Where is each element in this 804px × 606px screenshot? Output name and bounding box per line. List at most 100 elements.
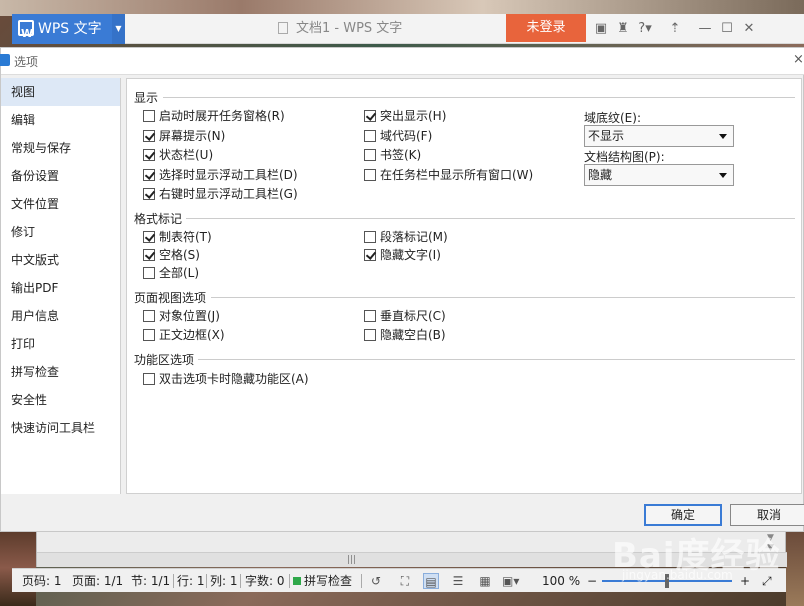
checkbox-option[interactable]: 双击选项卡时隐藏功能区(A) — [143, 371, 309, 387]
desktop-background-right — [786, 530, 804, 606]
section-ribbon-title: 功能区选项 — [134, 353, 195, 367]
fullscreen-icon[interactable]: ⛶ — [397, 573, 413, 589]
checkbox-checked-icon[interactable] — [143, 149, 155, 161]
sidebar-item[interactable]: 中文版式 — [1, 246, 120, 274]
divider — [240, 574, 241, 588]
sidebar-item[interactable]: 修订 — [1, 218, 120, 246]
sidebar-item[interactable]: 常规与保存 — [1, 134, 120, 162]
page-view-icon[interactable]: ▤ — [423, 573, 439, 589]
checkbox-unchecked-icon[interactable] — [143, 329, 155, 341]
status-row[interactable]: 行: 1 — [177, 569, 205, 593]
checkbox-checked-icon[interactable] — [364, 110, 376, 122]
sidebar-item[interactable]: 安全性 — [1, 386, 120, 414]
shirt-icon[interactable]: ♜ — [612, 14, 634, 44]
zoom-level[interactable]: 100 % — [542, 569, 580, 593]
reading-mode-icon[interactable]: ▣▾ — [502, 573, 519, 589]
checkbox-option[interactable]: 空格(S) — [143, 247, 200, 263]
checkbox-unchecked-icon[interactable] — [364, 329, 376, 341]
checkbox-unchecked-icon[interactable] — [143, 310, 155, 322]
checkbox-label: 段落标记(M) — [380, 230, 448, 244]
watermark-url: jingyan.baidu.com — [622, 568, 733, 582]
checkbox-option[interactable]: 对象位置(J) — [143, 308, 220, 324]
checkbox-label: 垂直标尺(C) — [380, 309, 446, 323]
status-pages[interactable]: 页面: 1/1 — [72, 569, 123, 593]
sidebar-item[interactable]: 打印 — [1, 330, 120, 358]
sidebar-item[interactable]: 拼写检查 — [1, 358, 120, 386]
outline-view-icon[interactable]: ☰ — [450, 573, 466, 589]
checkbox-option[interactable]: 突出显示(H) — [364, 108, 446, 124]
checkbox-option[interactable]: 垂直标尺(C) — [364, 308, 446, 324]
checkbox-unchecked-icon[interactable] — [364, 168, 376, 181]
status-page[interactable]: 页码: 1 — [22, 569, 62, 593]
checkbox-option[interactable]: 隐藏文字(I) — [364, 247, 441, 263]
checkbox-checked-icon[interactable] — [143, 249, 155, 261]
checkbox-option[interactable]: 隐藏空白(B) — [364, 327, 446, 343]
checkbox-unchecked-icon[interactable] — [364, 149, 376, 161]
share-icon[interactable]: ⇡ — [664, 14, 686, 44]
history-icon[interactable]: ↺ — [368, 573, 384, 589]
checkbox-option[interactable]: 全部(L) — [143, 265, 199, 281]
sidebar-item[interactable]: 快速访问工具栏 — [1, 414, 120, 442]
ok-button[interactable]: 确定 — [644, 504, 722, 526]
checkbox-option[interactable]: 状态栏(U) — [143, 147, 213, 163]
checkbox-option[interactable]: 正文边框(X) — [143, 327, 225, 343]
sidebar-item[interactable]: 输出PDF — [1, 274, 120, 302]
checkbox-option[interactable]: 制表符(T) — [143, 229, 212, 245]
dialog-close-icon[interactable]: × — [793, 52, 804, 67]
close-icon[interactable]: ✕ — [738, 14, 760, 44]
status-words[interactable]: 字数: 0 — [245, 569, 285, 593]
section-format-marks-title: 格式标记 — [134, 212, 183, 226]
status-section[interactable]: 节: 1/1 — [131, 569, 170, 593]
checkbox-unchecked-icon[interactable] — [364, 129, 376, 142]
divider — [206, 574, 207, 588]
app-menu-dropdown-icon[interactable]: ▼ — [112, 14, 125, 44]
web-view-icon[interactable]: ▦ — [477, 573, 493, 589]
checkbox-option[interactable]: 段落标记(M) — [364, 229, 448, 245]
checkbox-option[interactable]: 在任务栏中显示所有窗口(W) — [364, 167, 533, 183]
checkbox-unchecked-icon[interactable] — [143, 110, 155, 122]
doc-map-label: 文档结构图(P): — [584, 150, 665, 164]
scrollbar-grip-icon[interactable]: ||| — [347, 555, 356, 565]
section-page-view-title: 页面视图选项 — [134, 291, 207, 305]
skin-icon[interactable]: ▣ — [590, 14, 612, 44]
sidebar-item[interactable]: 用户信息 — [1, 302, 120, 330]
sidebar-item[interactable]: 编辑 — [1, 106, 120, 134]
checkbox-unchecked-icon[interactable] — [143, 267, 155, 279]
status-col[interactable]: 列: 1 — [210, 569, 238, 593]
app-menu-button[interactable]: WPS 文字 — [12, 14, 125, 49]
checkbox-label: 双击选项卡时隐藏功能区(A) — [159, 372, 309, 386]
section-display-title: 显示 — [134, 91, 159, 105]
divider — [173, 574, 174, 588]
cancel-button[interactable]: 取消 — [730, 504, 804, 526]
checkbox-option[interactable]: 选择时显示浮动工具栏(D) — [143, 167, 298, 183]
help-icon[interactable]: ?▾ — [634, 14, 656, 44]
divider — [186, 218, 795, 219]
checkbox-unchecked-icon[interactable] — [364, 231, 376, 243]
sidebar-item[interactable]: 视图 — [1, 78, 120, 106]
checkbox-checked-icon[interactable] — [143, 168, 155, 181]
spell-check-icon — [293, 577, 301, 585]
minimize-icon[interactable]: — — [694, 14, 716, 44]
checkbox-option[interactable]: 启动时展开任务窗格(R) — [143, 108, 285, 124]
checkbox-unchecked-icon[interactable] — [364, 310, 376, 322]
status-spell[interactable]: 拼写检查 — [293, 569, 352, 593]
zoom-out-icon[interactable]: − — [587, 569, 597, 593]
checkbox-option[interactable]: 书签(K) — [364, 147, 421, 163]
checkbox-unchecked-icon[interactable] — [143, 373, 155, 385]
login-button[interactable]: 未登录 — [506, 14, 586, 42]
checkbox-checked-icon[interactable] — [143, 188, 155, 200]
maximize-icon[interactable]: ☐ — [716, 14, 738, 44]
checkbox-option[interactable]: 域代码(F) — [364, 128, 432, 144]
options-sidebar: 视图 编辑 常规与保存 备份设置 文件位置 修订 中文版式 输出PDF 用户信息 打印 拼写检查 安全… — [1, 78, 121, 494]
checkbox-label: 隐藏文字(I) — [380, 248, 441, 262]
checkbox-option[interactable]: 屏幕提示(N) — [143, 128, 225, 144]
sidebar-item[interactable]: 备份设置 — [1, 162, 120, 190]
checkbox-checked-icon[interactable] — [143, 231, 155, 243]
sidebar-item[interactable]: 文件位置 — [1, 190, 120, 218]
checkbox-checked-icon[interactable] — [364, 249, 376, 261]
checkbox-checked-icon[interactable] — [143, 129, 155, 142]
checkbox-option[interactable]: 右键时显示浮动工具栏(G) — [143, 186, 298, 202]
field-shading-value: 不显示 — [588, 129, 625, 143]
doc-map-select[interactable]: 隐藏 — [584, 164, 734, 186]
field-shading-select[interactable]: 不显示 — [584, 125, 734, 147]
